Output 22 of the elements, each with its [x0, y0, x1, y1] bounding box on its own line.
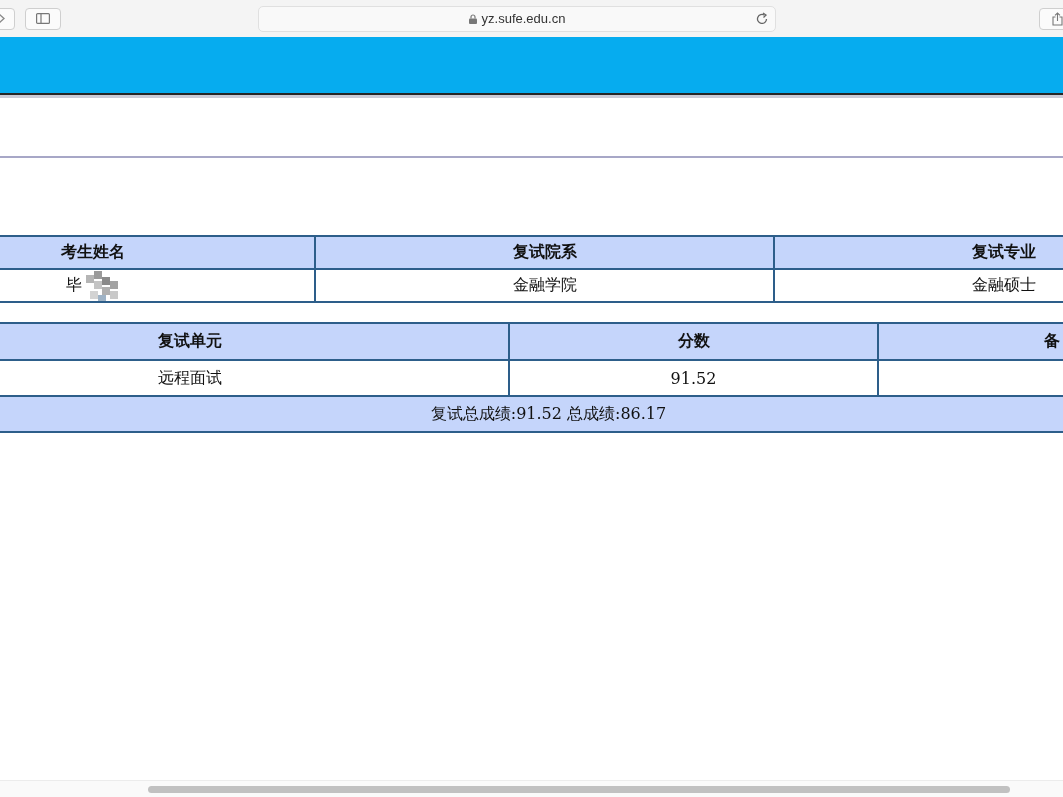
column-header: 复试单元 — [0, 324, 510, 361]
summary-row: 复试总成绩:91.52 总成绩:86.17 — [0, 397, 1063, 433]
table-cell: 金融学院 — [316, 270, 775, 303]
table-cell: 91.52 — [510, 361, 879, 397]
url-text: yz.sufe.edu.cn — [481, 11, 566, 26]
reload-icon — [755, 11, 769, 26]
scrollbar-thumb[interactable] — [148, 785, 1010, 793]
column-header: 分数 — [510, 324, 879, 361]
address-field[interactable]: yz.sufe.edu.cn — [258, 5, 776, 32]
column-header: 复试院系 — [316, 237, 775, 270]
cell-text: 毕 — [66, 275, 82, 296]
lock-icon — [468, 13, 477, 24]
sidebar-button[interactable] — [25, 7, 61, 30]
reload-button[interactable] — [755, 11, 769, 26]
chevron-right-icon — [0, 13, 5, 24]
sidebar-icon — [36, 13, 50, 24]
column-header: 备 — [879, 324, 1063, 361]
column-header: 复试专业 — [775, 237, 1063, 270]
table-cell: 远程面试 — [0, 361, 510, 397]
column-header: 考生姓名 — [0, 237, 316, 270]
share-icon — [1051, 11, 1063, 26]
mosaic-icon — [86, 270, 120, 301]
